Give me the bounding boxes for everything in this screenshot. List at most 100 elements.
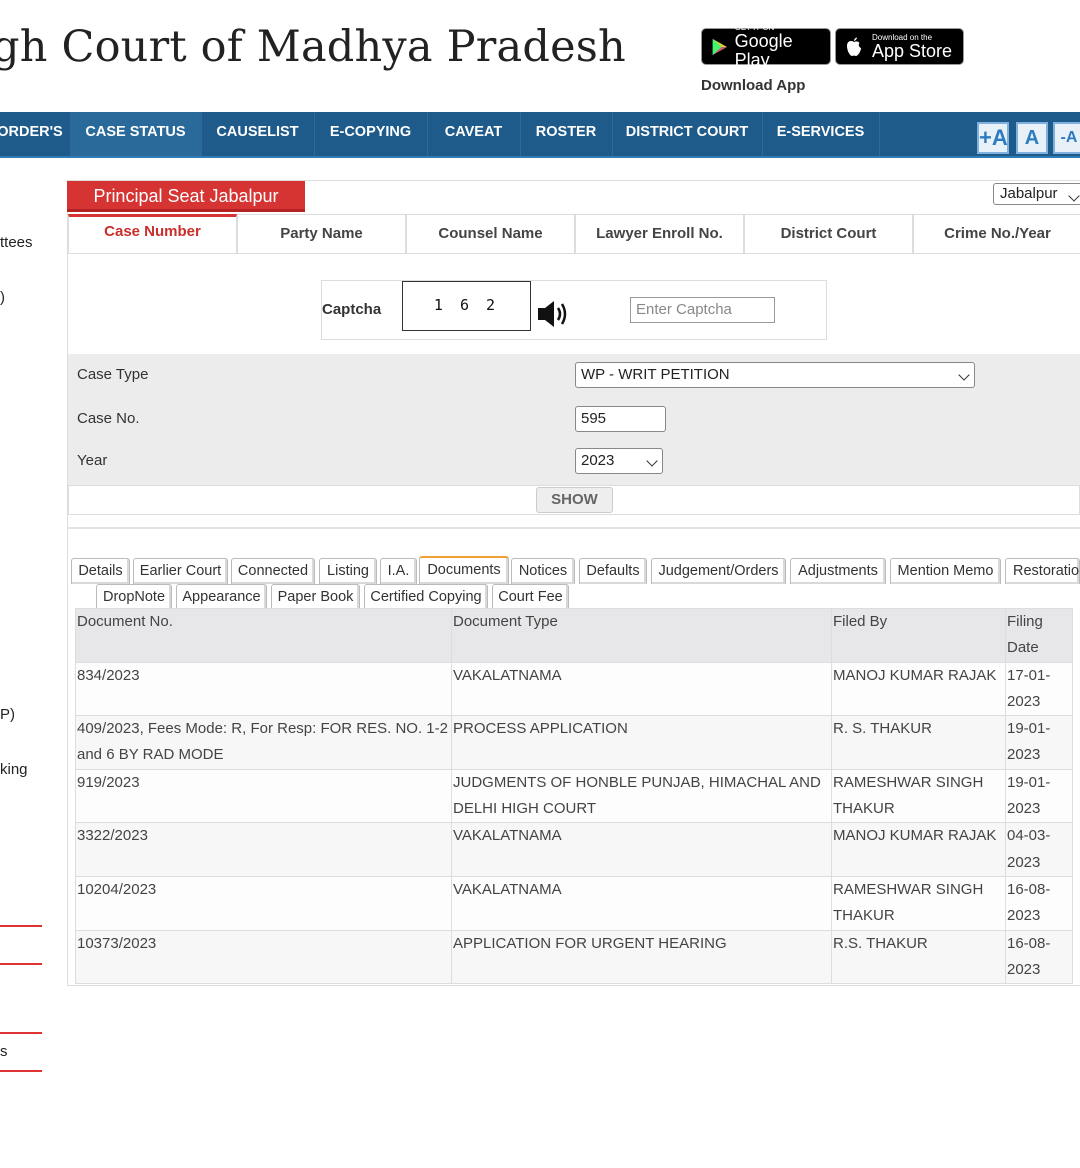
document-no: 919/2023 — [75, 768, 452, 824]
sidebar-divider — [0, 1032, 42, 1034]
principal-seat-tab[interactable]: Principal Seat Jabalpur — [67, 181, 305, 212]
tab-party-name[interactable]: Party Name — [237, 214, 406, 254]
document-type: VAKALATNAMA — [451, 875, 832, 931]
nav-roster[interactable]: ROSTER — [520, 112, 613, 156]
tab-lawyer-enroll-no[interactable]: Lawyer Enroll No. — [575, 214, 744, 254]
filed-by: MANOJ KUMAR RAJAK — [831, 661, 1006, 717]
case-no-input[interactable]: 595 — [575, 406, 666, 432]
document-type: APPLICATION FOR URGENT HEARING — [451, 929, 832, 985]
filing-date: 16-08-2023 — [1005, 929, 1073, 985]
case-type-select[interactable]: WP - WRIT PETITION — [575, 362, 975, 388]
tab-mention-memo[interactable]: Mention Memo — [890, 558, 1001, 584]
tab-case-number[interactable]: Case Number — [68, 214, 237, 254]
tab-restoration[interactable]: Restoration — [1005, 558, 1080, 584]
nav-orders[interactable]: ORDER'S — [0, 112, 71, 156]
divider — [68, 527, 1080, 529]
column-header: Document No. — [75, 608, 452, 663]
table-row: 10373/2023 APPLICATION FOR URGENT HEARIN… — [75, 929, 1073, 985]
document-no: 3322/2023 — [75, 822, 452, 877]
play-store-icon — [712, 38, 727, 55]
font-increase-button[interactable]: +A — [977, 122, 1009, 154]
font-normal-button[interactable]: A — [1016, 122, 1048, 154]
tab-defaults[interactable]: Defaults — [579, 558, 647, 584]
chevron-down-icon — [1068, 190, 1080, 202]
tab-judgement-orders[interactable]: Judgement/Orders — [651, 558, 786, 584]
tab-adjustments[interactable]: Adjustments — [790, 558, 886, 584]
filing-date: 19-01-2023 — [1005, 715, 1073, 770]
nav-case-status[interactable]: CASE STATUS — [70, 112, 202, 156]
sidebar-fragment[interactable]: ttees — [0, 234, 33, 251]
font-decrease-button[interactable]: -A — [1053, 122, 1080, 154]
app-store-big-text: App Store — [872, 40, 953, 61]
sidebar-divider — [0, 1070, 42, 1072]
main-nav: ORDER'S CASE STATUS CAUSELIST E-COPYING … — [0, 112, 1080, 158]
nav-e-services[interactable]: E-SERVICES — [762, 112, 880, 156]
nav-e-copying[interactable]: E-COPYING — [314, 112, 428, 156]
table-row: 834/2023 VAKALATNAMA MANOJ KUMAR RAJAK 1… — [75, 661, 1073, 717]
tab-paper-book[interactable]: Paper Book — [271, 584, 360, 610]
table-row: 10204/2023 VAKALATNAMA RAMESHWAR SINGH T… — [75, 875, 1073, 931]
speaker-icon[interactable] — [536, 298, 570, 330]
document-no: 10204/2023 — [75, 875, 452, 931]
captcha-label: Captcha — [322, 301, 382, 318]
tab-ia[interactable]: I.A. — [380, 558, 417, 584]
tab-appearance[interactable]: Appearance — [176, 584, 267, 610]
filed-by: RAMESHWAR SINGH THAKUR — [831, 768, 1006, 824]
tab-court-fee[interactable]: Court Fee — [492, 584, 569, 610]
chevron-down-icon — [646, 455, 658, 467]
google-play-button[interactable]: GET IT ON Google Play — [701, 23, 831, 70]
table-row: 919/2023 JUDGMENTS OF HONBLE PUNJAB, HIM… — [75, 768, 1073, 824]
filing-date: 16-08-2023 — [1005, 875, 1073, 931]
show-button[interactable]: SHOW — [536, 487, 613, 513]
download-app-label: Download App — [701, 77, 806, 94]
table-header-row: Document No. Document Type Filed By Fili… — [75, 608, 1073, 663]
filed-by: MANOJ KUMAR RAJAK — [831, 822, 1006, 877]
tab-counsel-name[interactable]: Counsel Name — [406, 214, 575, 254]
filed-by: RAMESHWAR SINGH THAKUR — [831, 875, 1006, 931]
tab-earlier-court[interactable]: Earlier Court — [133, 558, 228, 584]
tab-connected[interactable]: Connected — [231, 558, 315, 584]
site-title: gh Court of Madhya Pradesh — [0, 22, 626, 72]
year-select[interactable]: 2023 — [575, 448, 663, 474]
sidebar-fragment[interactable]: king — [0, 761, 28, 778]
sidebar-divider — [0, 925, 42, 927]
city-select-value: Jabalpur — [1000, 185, 1058, 202]
filing-date: 19-01-2023 — [1005, 768, 1073, 824]
nav-district-court[interactable]: DISTRICT COURT — [612, 112, 763, 156]
tab-dropnote[interactable]: DropNote — [96, 584, 172, 610]
tab-details[interactable]: Details — [71, 558, 130, 584]
nav-causelist[interactable]: CAUSELIST — [201, 112, 315, 156]
table-row: 3322/2023 VAKALATNAMA MANOJ KUMAR RAJAK … — [75, 822, 1073, 877]
document-type: PROCESS APPLICATION — [451, 715, 832, 770]
column-header: Document Type — [451, 608, 832, 663]
documents-table: Document No. Document Type Filed By Fili… — [75, 608, 1073, 985]
table-row: 409/2023, Fees Mode: R, For Resp: FOR RE… — [75, 715, 1073, 770]
nav-caveat[interactable]: CAVEAT — [427, 112, 521, 156]
document-no: 10373/2023 — [75, 929, 452, 985]
document-no: 834/2023 — [75, 661, 452, 717]
sidebar-fragment[interactable]: ) — [0, 289, 5, 306]
document-type: VAKALATNAMA — [451, 822, 832, 877]
city-select[interactable]: Jabalpur — [993, 183, 1080, 205]
tab-documents[interactable]: Documents — [419, 556, 509, 584]
google-play-big-text: Google Play — [734, 31, 793, 70]
year-label: Year — [77, 452, 108, 469]
tab-district-court[interactable]: District Court — [744, 214, 913, 254]
tab-listing[interactable]: Listing — [319, 558, 377, 584]
document-type: VAKALATNAMA — [451, 661, 832, 717]
tab-notices[interactable]: Notices — [511, 558, 575, 584]
tab-crime-no-year[interactable]: Crime No./Year — [913, 214, 1080, 254]
tab-certified-copying[interactable]: Certified Copying — [364, 584, 488, 610]
apple-icon — [847, 37, 861, 56]
captcha-input[interactable]: Enter Captcha — [630, 297, 775, 323]
document-type: JUDGMENTS OF HONBLE PUNJAB, HIMACHAL AND… — [451, 768, 832, 824]
app-store-button[interactable]: Download on the App Store — [835, 28, 964, 65]
filed-by: R. S. THAKUR — [831, 715, 1006, 770]
filing-date: 17-01-2023 — [1005, 661, 1073, 717]
sidebar-divider — [0, 963, 42, 965]
sidebar-fragment[interactable]: P) — [0, 706, 15, 723]
sidebar-fragment[interactable]: s — [0, 1043, 8, 1060]
case-no-label: Case No. — [77, 410, 140, 427]
year-value: 2023 — [581, 452, 615, 469]
chevron-down-icon — [958, 369, 970, 381]
